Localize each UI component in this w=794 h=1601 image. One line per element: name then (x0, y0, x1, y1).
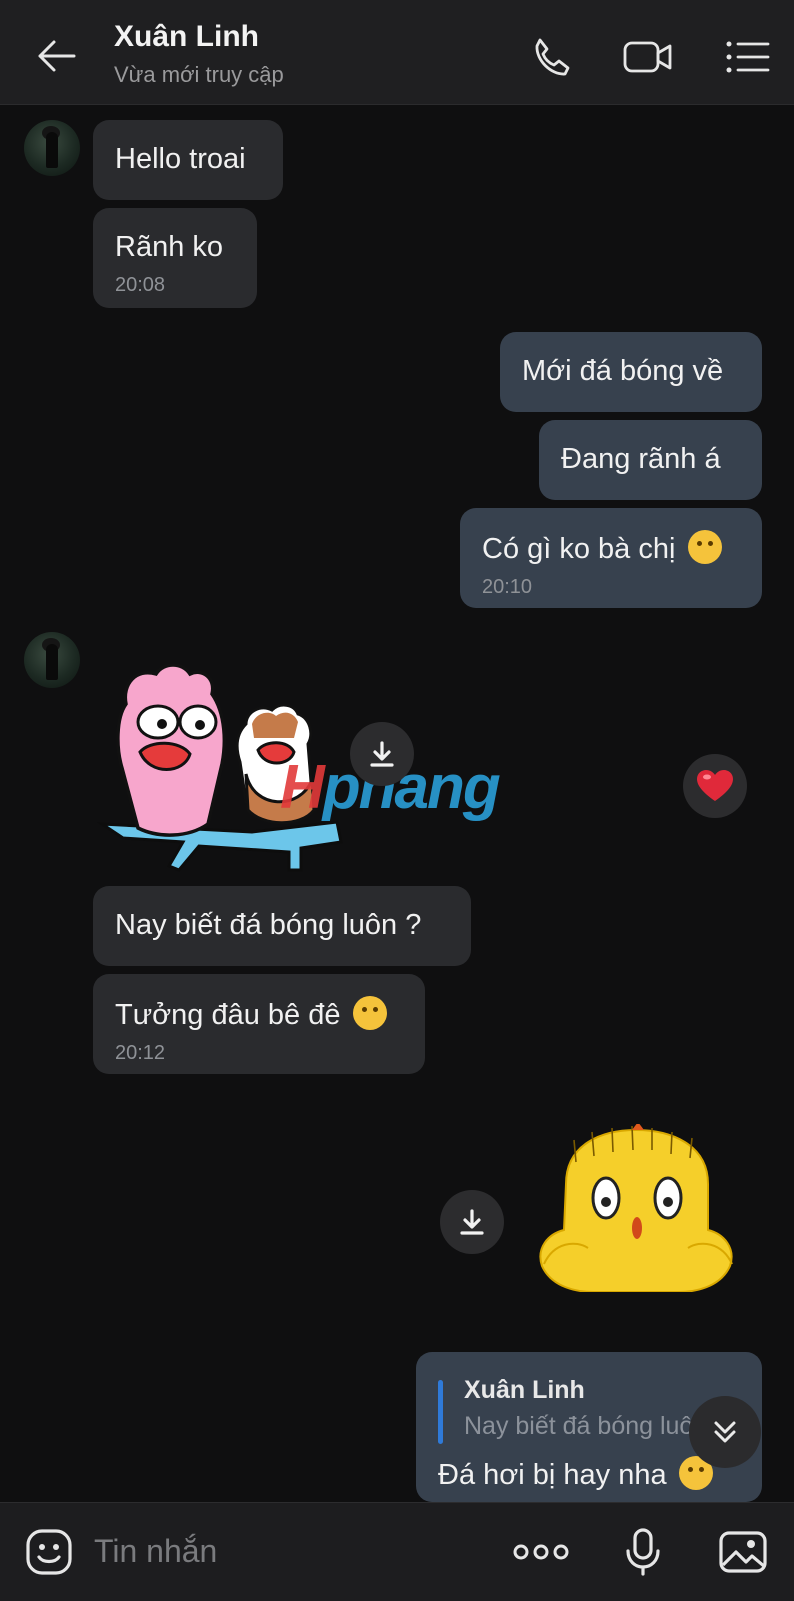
download-icon (370, 741, 394, 767)
message-time: 20:10 (482, 576, 533, 598)
message-text: Có gì ko bà chị (482, 533, 676, 565)
reply-indicator-bar (438, 1380, 443, 1444)
reaction-button[interactable] (683, 754, 747, 818)
heart-reaction-icon (697, 770, 733, 801)
double-chevron-down-icon (714, 1421, 736, 1443)
message-text: Nay biết đá bóng luôn ? (115, 909, 422, 941)
back-arrow-icon[interactable] (34, 34, 78, 78)
incoming-message[interactable]: Tưởng đâu bê đê 20:12 (93, 974, 425, 1074)
message-text: Đang rãnh á (561, 443, 721, 475)
reply-quoted-name: Xuân Linh (464, 1376, 585, 1404)
message-composer: Tin nhắn (0, 1502, 794, 1601)
woozy-face-icon (687, 530, 722, 564)
download-icon (460, 1209, 484, 1235)
video-call-icon[interactable] (622, 34, 674, 80)
sticker-surprised-blob[interactable] (536, 1124, 740, 1292)
incoming-message[interactable]: Nay biết đá bóng luôn ? (93, 886, 471, 966)
chat-header: Xuân Linh Vừa mới truy cập (0, 0, 794, 105)
message-text: Rãnh ko (115, 231, 224, 263)
incoming-message[interactable]: Rãnh ko 20:08 (93, 208, 257, 308)
message-text: Hello troai (115, 143, 246, 175)
download-sticker-button[interactable] (440, 1190, 504, 1254)
contact-name[interactable]: Xuân Linh (114, 20, 259, 54)
contact-status: Vừa mới truy cập (114, 62, 284, 87)
outgoing-message[interactable]: Có gì ko bà chị 20:10 (460, 508, 762, 608)
download-sticker-button[interactable] (350, 722, 414, 786)
menu-list-icon[interactable] (724, 34, 770, 80)
message-time: 20:08 (115, 274, 166, 296)
microphone-icon[interactable] (618, 1527, 668, 1577)
contact-avatar[interactable] (24, 632, 80, 688)
sticker-icon[interactable] (24, 1527, 74, 1577)
contact-avatar[interactable] (24, 120, 80, 176)
message-text: Đá hơi bị hay nha (438, 1459, 667, 1491)
outgoing-message[interactable]: Mới đá bóng về (500, 332, 762, 412)
message-time: 20:12 (115, 1042, 166, 1064)
image-icon[interactable] (718, 1527, 768, 1577)
phone-icon[interactable] (528, 34, 574, 80)
message-text: Tưởng đâu bê đê (115, 999, 341, 1031)
scroll-to-bottom-button[interactable] (689, 1396, 761, 1468)
message-text: Mới đá bóng về (522, 355, 724, 387)
message-input[interactable]: Tin nhắn (94, 1533, 217, 1570)
laughing-face-icon (352, 996, 387, 1030)
outgoing-message[interactable]: Đang rãnh á (539, 420, 762, 500)
more-dots-icon[interactable] (512, 1527, 570, 1577)
incoming-message[interactable]: Hello troai (93, 120, 283, 200)
